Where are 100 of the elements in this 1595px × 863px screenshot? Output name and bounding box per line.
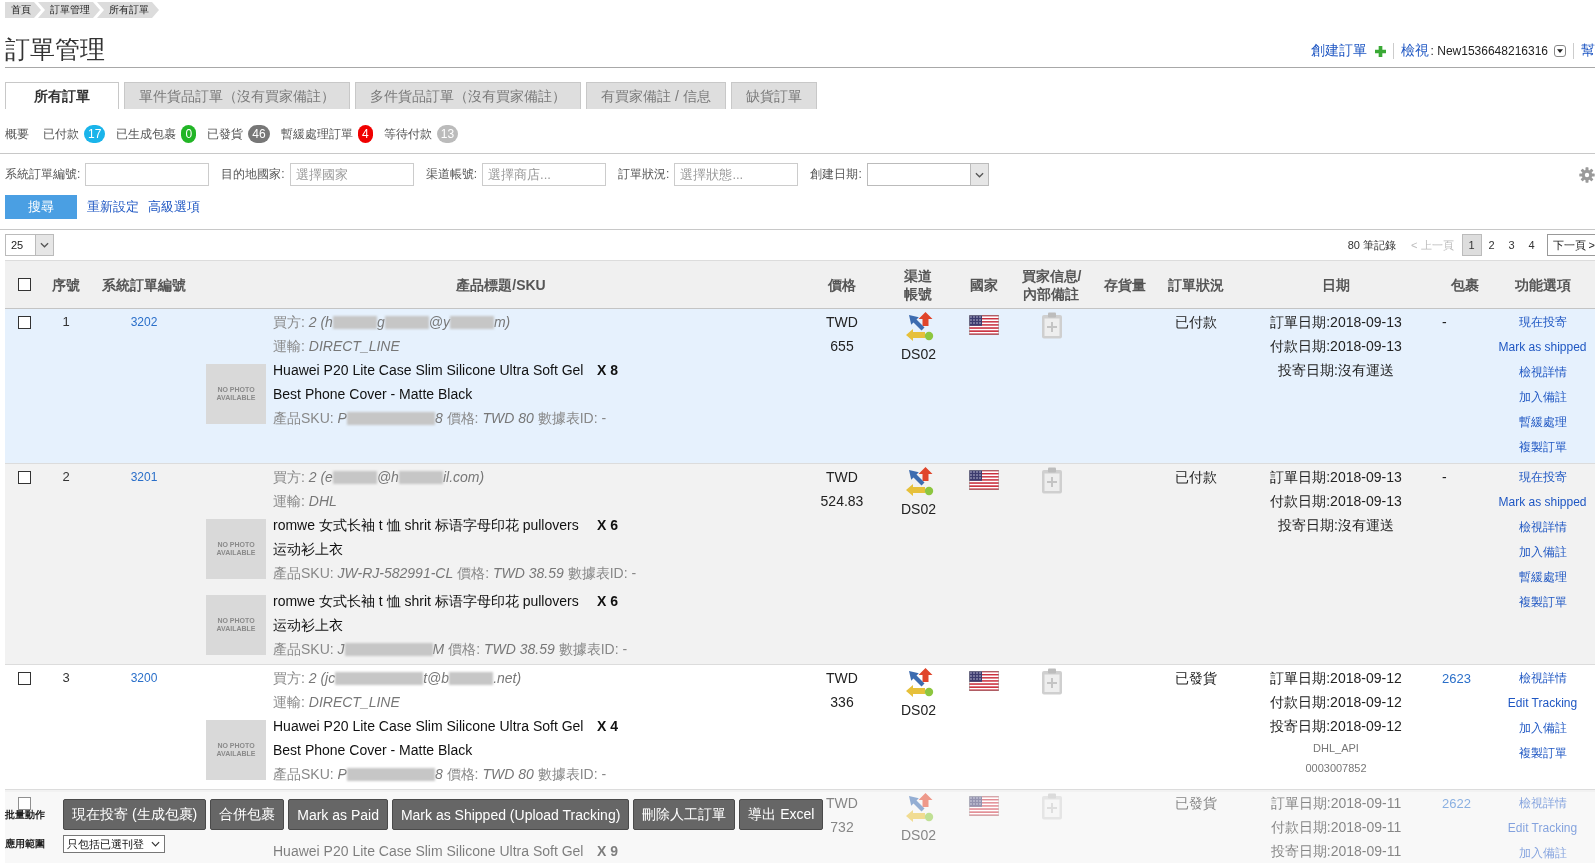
input-field[interactable]: 選擇狀態... bbox=[674, 163, 799, 186]
page-link[interactable]: 2 bbox=[1481, 234, 1502, 256]
page-size-select[interactable]: 25 bbox=[5, 234, 54, 256]
filter-link[interactable]: 高級選項 bbox=[148, 198, 200, 216]
create-order-link[interactable]: 創建訂單 bbox=[1310, 42, 1367, 60]
us-flag-icon bbox=[969, 315, 999, 335]
breadcrumb-item[interactable]: 所有訂單 bbox=[97, 2, 159, 18]
action-link[interactable]: 複製訂單 bbox=[1518, 741, 1567, 766]
date-line: 投寄日期:2018-09-11 bbox=[1270, 839, 1402, 863]
clipboard-plus-icon[interactable] bbox=[1040, 668, 1063, 695]
clipboard-plus-icon[interactable] bbox=[1040, 467, 1063, 494]
filter-label: 創建日期: bbox=[810, 166, 862, 183]
bulk-action-button[interactable]: Mark as Shipped (Upload Tracking) bbox=[391, 799, 630, 830]
header-checkbox[interactable] bbox=[17, 278, 31, 291]
breadcrumb-item[interactable]: 訂單管理 bbox=[38, 2, 100, 18]
date-select[interactable] bbox=[866, 163, 989, 186]
channel-name: DS02 bbox=[901, 342, 936, 366]
clipboard-plus-icon[interactable] bbox=[1040, 312, 1063, 339]
order-status: 已發貨 bbox=[1175, 666, 1217, 690]
bulk-action-button[interactable]: 導出 Excel bbox=[739, 799, 824, 830]
filter-link[interactable]: 重新設定 bbox=[87, 198, 139, 216]
order-id-link[interactable]: 3200 bbox=[130, 666, 158, 690]
package-link[interactable]: 2623 bbox=[1442, 671, 1471, 686]
product-title: romwe 女式长袖 t 恤 shrit 标语字母印花 pullovers 运动衫上衣 bbox=[273, 592, 580, 635]
product-title: Huawei P20 Lite Case Slim Silicone Ultra Soft Gel Best Phone Cover - Matte Black bbox=[273, 361, 585, 404]
tab[interactable]: 單件貨品訂單（沒有買家備註） bbox=[124, 82, 350, 109]
quantity: X 6 bbox=[597, 592, 618, 611]
date-line: 投寄日期:2018-09-12 bbox=[1270, 714, 1402, 738]
price-currency: TWD bbox=[826, 666, 858, 690]
count-badge[interactable]: 4 bbox=[357, 125, 373, 143]
action-link[interactable]: 暫緩處理 bbox=[1518, 565, 1567, 590]
action-link[interactable]: 現在投寄 bbox=[1518, 465, 1567, 490]
action-link[interactable]: 加入備註 bbox=[1518, 385, 1567, 410]
sku-line: 產品SKU: J M 價格: TWD 38.59 數據表ID: - bbox=[273, 641, 628, 657]
row-checkbox[interactable] bbox=[17, 797, 31, 810]
row-checkbox[interactable] bbox=[17, 316, 31, 329]
action-link[interactable]: 暫緩處理 bbox=[1518, 410, 1567, 435]
action-link[interactable]: Mark as shipped bbox=[1498, 490, 1587, 515]
date-line: 投寄日期:沒有運送 bbox=[1278, 513, 1394, 537]
count-badge[interactable]: 46 bbox=[248, 125, 270, 143]
action-link[interactable]: Edit Tracking bbox=[1507, 691, 1578, 716]
tab[interactable]: 多件貨品訂單（沒有買家備註） bbox=[355, 82, 581, 109]
status-count-label[interactable]: 已發貨 bbox=[207, 125, 244, 143]
bulk-action-button[interactable]: 合併包裹 bbox=[210, 799, 285, 830]
plus-icon[interactable] bbox=[1374, 45, 1386, 57]
dropdown-icon[interactable] bbox=[1554, 45, 1566, 57]
tab[interactable]: 有買家備註 / 信息 bbox=[586, 82, 726, 109]
order-id-link[interactable]: 3202 bbox=[130, 310, 158, 334]
order-status: 已付款 bbox=[1175, 465, 1217, 489]
price-amount: 655 bbox=[830, 334, 854, 358]
action-link[interactable]: 檢視詳情 bbox=[1518, 515, 1567, 540]
page-link[interactable]: 3 bbox=[1501, 234, 1522, 256]
status-count-label[interactable]: 等待付款 bbox=[383, 125, 432, 143]
bulk-actions-label: 批量動作 bbox=[5, 807, 46, 822]
view-name: : New1536648216316 bbox=[1430, 44, 1548, 58]
action-link[interactable]: 現在投寄 bbox=[1518, 310, 1567, 335]
row-checkbox[interactable] bbox=[17, 471, 31, 484]
bulk-action-button[interactable]: 現在投寄 (生成包裹) bbox=[63, 799, 207, 830]
filter-label: 渠道帳號: bbox=[425, 166, 478, 183]
help-link[interactable]: 幫 bbox=[1581, 42, 1595, 60]
action-link[interactable]: 複製訂單 bbox=[1518, 590, 1567, 615]
clipboard-plus-icon[interactable] bbox=[1040, 793, 1063, 820]
view-link[interactable]: 檢視 bbox=[1400, 42, 1429, 60]
us-flag-icon bbox=[969, 470, 999, 490]
input-field[interactable] bbox=[85, 163, 210, 186]
bulk-action-button[interactable]: 刪除人工訂單 bbox=[633, 799, 736, 830]
summary-label: 概要 bbox=[5, 125, 29, 143]
column-header: 產品標題/SKU bbox=[456, 275, 546, 294]
input-field[interactable]: 選擇國家 bbox=[289, 163, 414, 186]
settings-icon[interactable] bbox=[1579, 166, 1595, 183]
tracking-carrier: DHL_API bbox=[1313, 738, 1359, 758]
tab[interactable]: 缺貨訂單 bbox=[730, 82, 817, 109]
shipping-method: 運輸: DIRECT_LINE bbox=[273, 694, 400, 710]
page-link[interactable]: 1 bbox=[1461, 234, 1482, 256]
row-checkbox[interactable] bbox=[17, 672, 31, 685]
date-line: 訂單日期:2018-09-11 bbox=[1270, 791, 1402, 815]
action-link[interactable]: 加入備註 bbox=[1518, 540, 1567, 565]
action-link[interactable]: 檢視詳情 bbox=[1518, 666, 1567, 691]
package-text: - bbox=[1442, 314, 1447, 330]
shipping-method: 運輸: DHL bbox=[273, 493, 337, 509]
price-currency: TWD bbox=[826, 310, 858, 334]
status-count-label[interactable]: 已付款 bbox=[43, 125, 79, 143]
action-link[interactable]: 檢視詳情 bbox=[1518, 360, 1567, 385]
action-link[interactable]: Mark as shipped bbox=[1498, 335, 1587, 360]
order-id-link[interactable]: 3201 bbox=[130, 465, 158, 489]
date-line: 付款日期:2018-09-13 bbox=[1270, 334, 1402, 358]
buyer-info: 買方: 2 (jc t@b .net) bbox=[273, 670, 522, 686]
input-field[interactable]: 選擇商店... bbox=[482, 163, 607, 186]
tab[interactable]: 所有訂單 bbox=[5, 82, 119, 109]
status-count-label[interactable]: 已生成包裹 bbox=[116, 125, 177, 143]
next-page-button[interactable]: 下一頁 > bbox=[1546, 234, 1595, 256]
channel-name: DS02 bbox=[901, 823, 936, 847]
scope-select[interactable]: 只包括已選刊登 bbox=[63, 835, 165, 853]
page-link[interactable]: 4 bbox=[1521, 234, 1542, 256]
scope-label: 應用範圍 bbox=[5, 837, 46, 851]
breadcrumb-item[interactable]: 首頁 bbox=[5, 2, 41, 18]
bulk-action-button[interactable]: Mark as Paid bbox=[288, 799, 388, 830]
action-link[interactable]: 複製訂單 bbox=[1518, 435, 1567, 460]
status-count-label[interactable]: 暫緩處理訂單 bbox=[280, 125, 353, 143]
action-link[interactable]: 加入備註 bbox=[1518, 716, 1567, 741]
